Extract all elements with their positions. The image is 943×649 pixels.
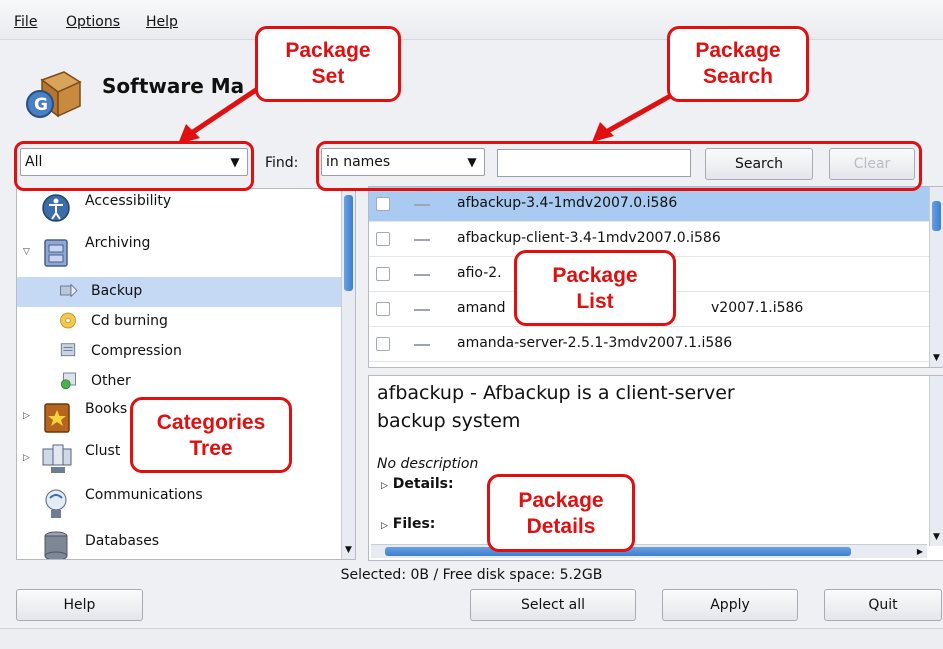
callout-line: Package [285, 39, 371, 62]
callout-line: Package [552, 264, 638, 287]
callout-line: Tree [189, 437, 233, 460]
callout-package-details: Package Details [487, 474, 635, 552]
callout-package-list: Package List [514, 250, 676, 326]
callout-line: Details [526, 515, 596, 538]
callout-line: List [576, 290, 614, 313]
callout-package-set: Package Set [255, 26, 401, 102]
callout-line: Set [311, 65, 345, 88]
callout-categories-tree: Categories Tree [130, 397, 292, 473]
callout-line: Categories [156, 411, 266, 434]
callout-line: Package [695, 39, 781, 62]
callout-line: Package [518, 489, 604, 512]
callout-package-search: Package Search [667, 26, 809, 102]
callout-line: Search [702, 65, 774, 88]
